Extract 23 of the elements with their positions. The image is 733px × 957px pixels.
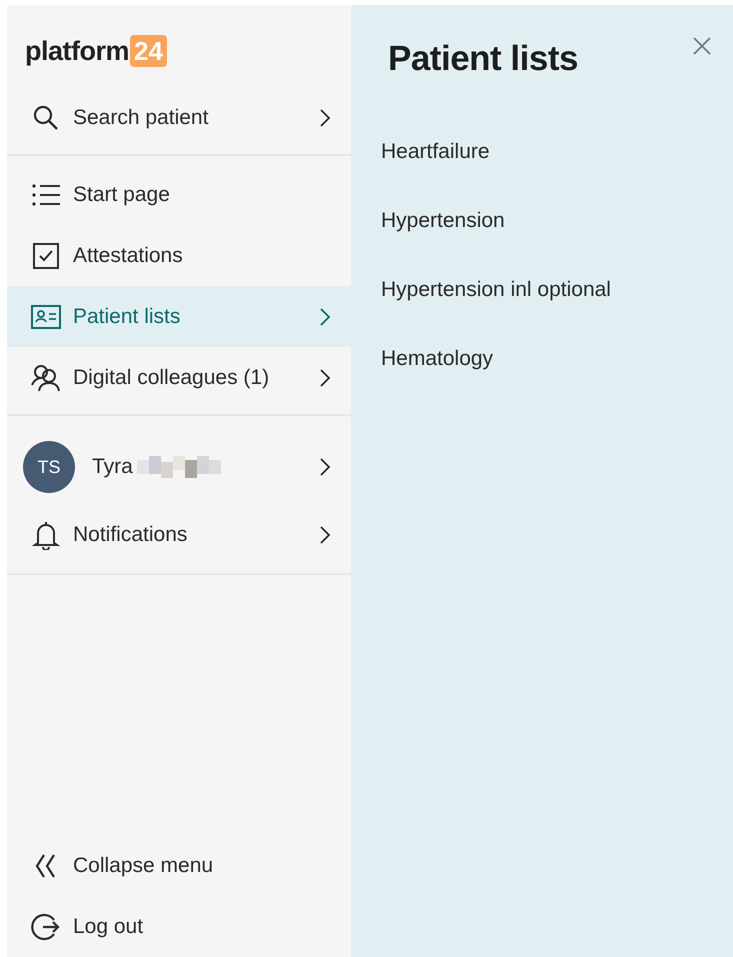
patient-list-link[interactable]: Hypertension xyxy=(381,206,505,275)
user-profile-item[interactable]: TS Tyra xyxy=(7,430,351,504)
bell-icon xyxy=(31,520,61,550)
checkbox-icon xyxy=(31,242,61,268)
search-patient-item[interactable]: Search patient xyxy=(7,82,351,154)
footer-menu-item[interactable]: Log out xyxy=(7,896,351,957)
logout-icon xyxy=(31,912,61,940)
patient-list-link[interactable]: Heartfailure xyxy=(381,137,490,206)
list-icon xyxy=(31,182,61,206)
nav-item[interactable]: Digital colleagues (1) xyxy=(7,347,351,408)
notifications-item[interactable]: Notifications xyxy=(7,504,351,565)
people-icon xyxy=(31,364,61,392)
avatar: TS xyxy=(23,441,75,493)
id-card-icon xyxy=(31,304,61,328)
nav-item[interactable]: Patient lists xyxy=(7,286,351,347)
logo-badge: 24 xyxy=(130,35,167,67)
patient-list-link[interactable]: Hematology xyxy=(381,344,494,413)
patient-list-link[interactable]: Hypertension inl optional xyxy=(381,275,611,344)
nav-item[interactable]: Attestations xyxy=(7,225,351,286)
footer-menu-item[interactable]: Collapse menu xyxy=(7,835,351,896)
panel-title: Patient lists xyxy=(388,39,578,79)
nav-item[interactable]: Start page xyxy=(7,164,351,225)
logo-wordmark: platform xyxy=(25,36,129,66)
